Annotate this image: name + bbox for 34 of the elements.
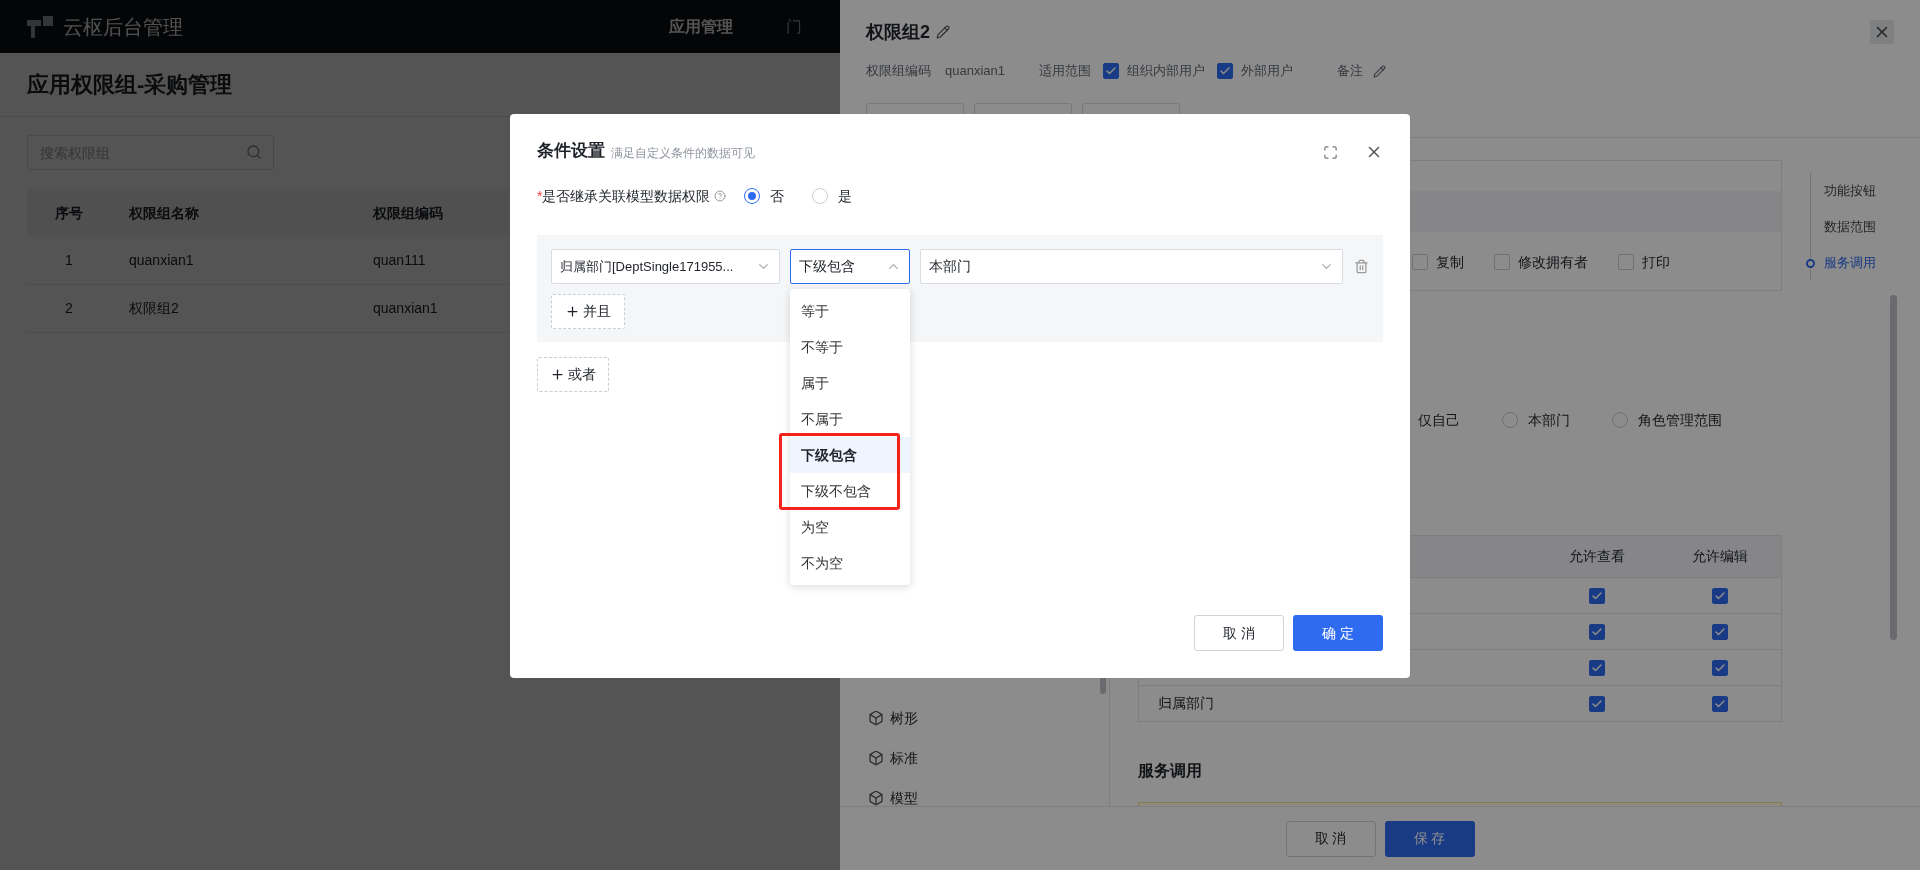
checkbox-label: 外部用户: [1241, 62, 1293, 81]
checkbox-label: 打印: [1642, 252, 1670, 272]
table-cell: 归属部门: [1158, 695, 1214, 711]
page-title: 应用权限组-采购管理: [27, 71, 233, 99]
drawer-title: 权限组2: [866, 20, 930, 44]
table-cell: quan111: [373, 252, 426, 268]
modal-title: 条件设置: [537, 140, 605, 162]
field-label: 备注: [1337, 62, 1363, 81]
app-title: 云枢后台管理: [63, 14, 183, 40]
column-header: 允许编辑: [1692, 548, 1748, 564]
radio-label: 本部门: [1528, 410, 1570, 430]
section-heading: 服务调用: [1138, 761, 1202, 781]
modal-subtitle: 满足自定义条件的数据可见: [611, 145, 755, 162]
field-value: quanxian1: [945, 62, 1005, 81]
field-label: 权限组编码: [866, 62, 931, 81]
table-cell: 1: [65, 252, 73, 268]
table-cell: 2: [65, 300, 73, 316]
field-label: 是否继承关联模型数据权限: [542, 186, 711, 206]
radio-label: 是: [838, 186, 853, 206]
table-cell: quanxian1: [129, 252, 194, 268]
table-cell: 权限组2: [129, 300, 179, 316]
table-cell: quanxian1: [373, 300, 438, 316]
column-header: 权限组名称: [129, 204, 199, 221]
field-label: 适用范围: [1039, 62, 1091, 81]
radio-label: 角色管理范围: [1638, 410, 1722, 430]
radio-label: 仅自己: [1418, 410, 1460, 430]
checkbox-label: 修改拥有者: [1518, 252, 1588, 272]
column-header: 允许查看: [1569, 548, 1625, 564]
checkbox-label: 复制: [1436, 252, 1464, 272]
checkbox-label: 组织内部用户: [1127, 62, 1205, 81]
radio-label: 否: [770, 186, 785, 206]
column-header: 序号: [55, 204, 83, 221]
required-mark: *: [537, 186, 543, 206]
column-header: 权限组编码: [373, 204, 443, 221]
